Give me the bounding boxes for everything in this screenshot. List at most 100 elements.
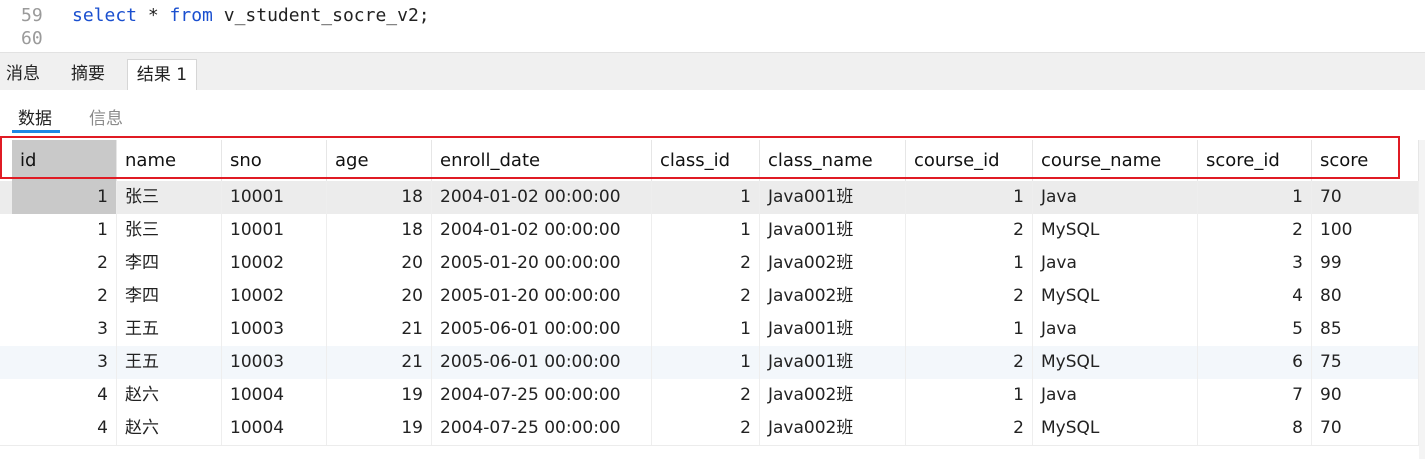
column-header-id[interactable]: id bbox=[12, 140, 117, 181]
cell-class-name[interactable]: Java002班 bbox=[760, 379, 906, 412]
cell-class-id[interactable]: 1 bbox=[652, 346, 760, 379]
cell-sno[interactable]: 10004 bbox=[222, 412, 327, 445]
cell-course-name[interactable]: MySQL bbox=[1033, 412, 1198, 445]
cell-sno[interactable]: 10001 bbox=[222, 214, 327, 247]
cell-course-name[interactable]: MySQL bbox=[1033, 214, 1198, 247]
column-header-name[interactable]: name bbox=[117, 140, 222, 181]
column-header-class-id[interactable]: class_id bbox=[652, 140, 760, 181]
cell-score-id[interactable]: 4 bbox=[1198, 280, 1312, 313]
table-row[interactable]: 2 李四 10002 20 2005-01-20 00:00:00 2 Java002班 1 J… bbox=[0, 247, 1425, 281]
cell-enroll-date[interactable]: 2005-06-01 00:00:00 bbox=[432, 313, 652, 346]
subtab-data[interactable]: 数据 bbox=[18, 104, 52, 129]
table-row[interactable]: 3 王五 10003 21 2005-06-01 00:00:00 1 Java001班 1 J… bbox=[0, 313, 1425, 347]
cell-enroll-date[interactable]: 2005-01-20 00:00:00 bbox=[432, 280, 652, 313]
cell-score-id[interactable]: 8 bbox=[1198, 412, 1312, 445]
cell-sno[interactable]: 10002 bbox=[222, 247, 327, 280]
tab-summary[interactable]: 摘要 bbox=[62, 59, 114, 90]
cell-class-id[interactable]: 2 bbox=[652, 247, 760, 280]
cell-age[interactable]: 19 bbox=[327, 379, 432, 412]
cell-score-id[interactable]: 7 bbox=[1198, 379, 1312, 412]
table-row[interactable]: 1 张三 10001 18 2004-01-02 00:00:00 1 Java001班 1 J… bbox=[0, 181, 1425, 215]
column-header-course-id[interactable]: course_id bbox=[906, 140, 1033, 181]
cell-id[interactable]: 3 bbox=[12, 313, 117, 346]
cell-score[interactable]: 70 bbox=[1312, 181, 1419, 214]
cell-name[interactable]: 王五 bbox=[117, 346, 222, 379]
table-row[interactable]: 1 张三 10001 18 2004-01-02 00:00:00 1 Java001班 2 M… bbox=[0, 214, 1425, 248]
table-row[interactable]: 4 赵六 10004 19 2004-07-25 00:00:00 2 Java002班 2 M… bbox=[0, 412, 1425, 446]
cell-score[interactable]: 100 bbox=[1312, 214, 1419, 247]
cell-course-name[interactable]: Java bbox=[1033, 379, 1198, 412]
cell-class-id[interactable]: 1 bbox=[652, 181, 760, 214]
cell-id[interactable]: 2 bbox=[12, 280, 117, 313]
cell-score-id[interactable]: 2 bbox=[1198, 214, 1312, 247]
cell-course-id[interactable]: 2 bbox=[906, 412, 1033, 445]
cell-course-id[interactable]: 2 bbox=[906, 346, 1033, 379]
column-header-score[interactable]: score bbox=[1312, 140, 1419, 181]
cell-class-id[interactable]: 1 bbox=[652, 214, 760, 247]
cell-course-id[interactable]: 1 bbox=[906, 247, 1033, 280]
cell-age[interactable]: 20 bbox=[327, 280, 432, 313]
cell-age[interactable]: 19 bbox=[327, 412, 432, 445]
cell-class-name[interactable]: Java001班 bbox=[760, 214, 906, 247]
cell-age[interactable]: 21 bbox=[327, 346, 432, 379]
tab-messages[interactable]: 消息 bbox=[0, 59, 46, 90]
cell-course-id[interactable]: 1 bbox=[906, 181, 1033, 214]
cell-score-id[interactable]: 3 bbox=[1198, 247, 1312, 280]
cell-course-name[interactable]: Java bbox=[1033, 313, 1198, 346]
cell-course-id[interactable]: 1 bbox=[906, 313, 1033, 346]
cell-class-name[interactable]: Java002班 bbox=[760, 412, 906, 445]
tab-result-1[interactable]: 结果 1 bbox=[127, 59, 197, 91]
cell-course-name[interactable]: MySQL bbox=[1033, 280, 1198, 313]
cell-course-name[interactable]: Java bbox=[1033, 247, 1198, 280]
cell-class-id[interactable]: 1 bbox=[652, 313, 760, 346]
cell-course-name[interactable]: MySQL bbox=[1033, 346, 1198, 379]
table-row[interactable]: 2 李四 10002 20 2005-01-20 00:00:00 2 Java002班 2 M… bbox=[0, 280, 1425, 314]
cell-enroll-date[interactable]: 2004-01-02 00:00:00 bbox=[432, 214, 652, 247]
cell-score[interactable]: 70 bbox=[1312, 412, 1419, 445]
cell-class-id[interactable]: 2 bbox=[652, 280, 760, 313]
cell-score[interactable]: 90 bbox=[1312, 379, 1419, 412]
column-header-enroll-date[interactable]: enroll_date bbox=[432, 140, 652, 181]
cell-sno[interactable]: 10001 bbox=[222, 181, 327, 214]
cell-sno[interactable]: 10003 bbox=[222, 313, 327, 346]
cell-score[interactable]: 85 bbox=[1312, 313, 1419, 346]
cell-name[interactable]: 张三 bbox=[117, 214, 222, 247]
cell-score[interactable]: 80 bbox=[1312, 280, 1419, 313]
cell-name[interactable]: 赵六 bbox=[117, 379, 222, 412]
cell-id[interactable]: 1 bbox=[12, 181, 117, 214]
cell-id[interactable]: 2 bbox=[12, 247, 117, 280]
cell-course-id[interactable]: 2 bbox=[906, 280, 1033, 313]
cell-score-id[interactable]: 1 bbox=[1198, 181, 1312, 214]
cell-course-id[interactable]: 2 bbox=[906, 214, 1033, 247]
table-row[interactable]: 3 王五 10003 21 2005-06-01 00:00:00 1 Java001班 2 M… bbox=[0, 346, 1425, 380]
cell-age[interactable]: 18 bbox=[327, 214, 432, 247]
cell-enroll-date[interactable]: 2005-01-20 00:00:00 bbox=[432, 247, 652, 280]
column-header-score-id[interactable]: score_id bbox=[1198, 140, 1312, 181]
cell-sno[interactable]: 10003 bbox=[222, 346, 327, 379]
cell-enroll-date[interactable]: 2004-01-02 00:00:00 bbox=[432, 181, 652, 214]
cell-id[interactable]: 3 bbox=[12, 346, 117, 379]
cell-age[interactable]: 18 bbox=[327, 181, 432, 214]
cell-id[interactable]: 1 bbox=[12, 214, 117, 247]
cell-class-name[interactable]: Java002班 bbox=[760, 247, 906, 280]
cell-class-name[interactable]: Java001班 bbox=[760, 313, 906, 346]
subtab-info[interactable]: 信息 bbox=[89, 104, 123, 129]
cell-score[interactable]: 99 bbox=[1312, 247, 1419, 280]
cell-class-name[interactable]: Java002班 bbox=[760, 280, 906, 313]
cell-name[interactable]: 李四 bbox=[117, 247, 222, 280]
cell-course-name[interactable]: Java bbox=[1033, 181, 1198, 214]
cell-id[interactable]: 4 bbox=[12, 379, 117, 412]
cell-name[interactable]: 李四 bbox=[117, 280, 222, 313]
cell-score[interactable]: 75 bbox=[1312, 346, 1419, 379]
cell-age[interactable]: 21 bbox=[327, 313, 432, 346]
cell-name[interactable]: 张三 bbox=[117, 181, 222, 214]
cell-class-id[interactable]: 2 bbox=[652, 412, 760, 445]
cell-class-name[interactable]: Java001班 bbox=[760, 181, 906, 214]
column-header-class-name[interactable]: class_name bbox=[760, 140, 906, 181]
cell-sno[interactable]: 10002 bbox=[222, 280, 327, 313]
cell-name[interactable]: 赵六 bbox=[117, 412, 222, 445]
cell-score-id[interactable]: 5 bbox=[1198, 313, 1312, 346]
cell-score-id[interactable]: 6 bbox=[1198, 346, 1312, 379]
vertical-scrollbar[interactable] bbox=[1419, 140, 1425, 459]
cell-class-name[interactable]: Java001班 bbox=[760, 346, 906, 379]
